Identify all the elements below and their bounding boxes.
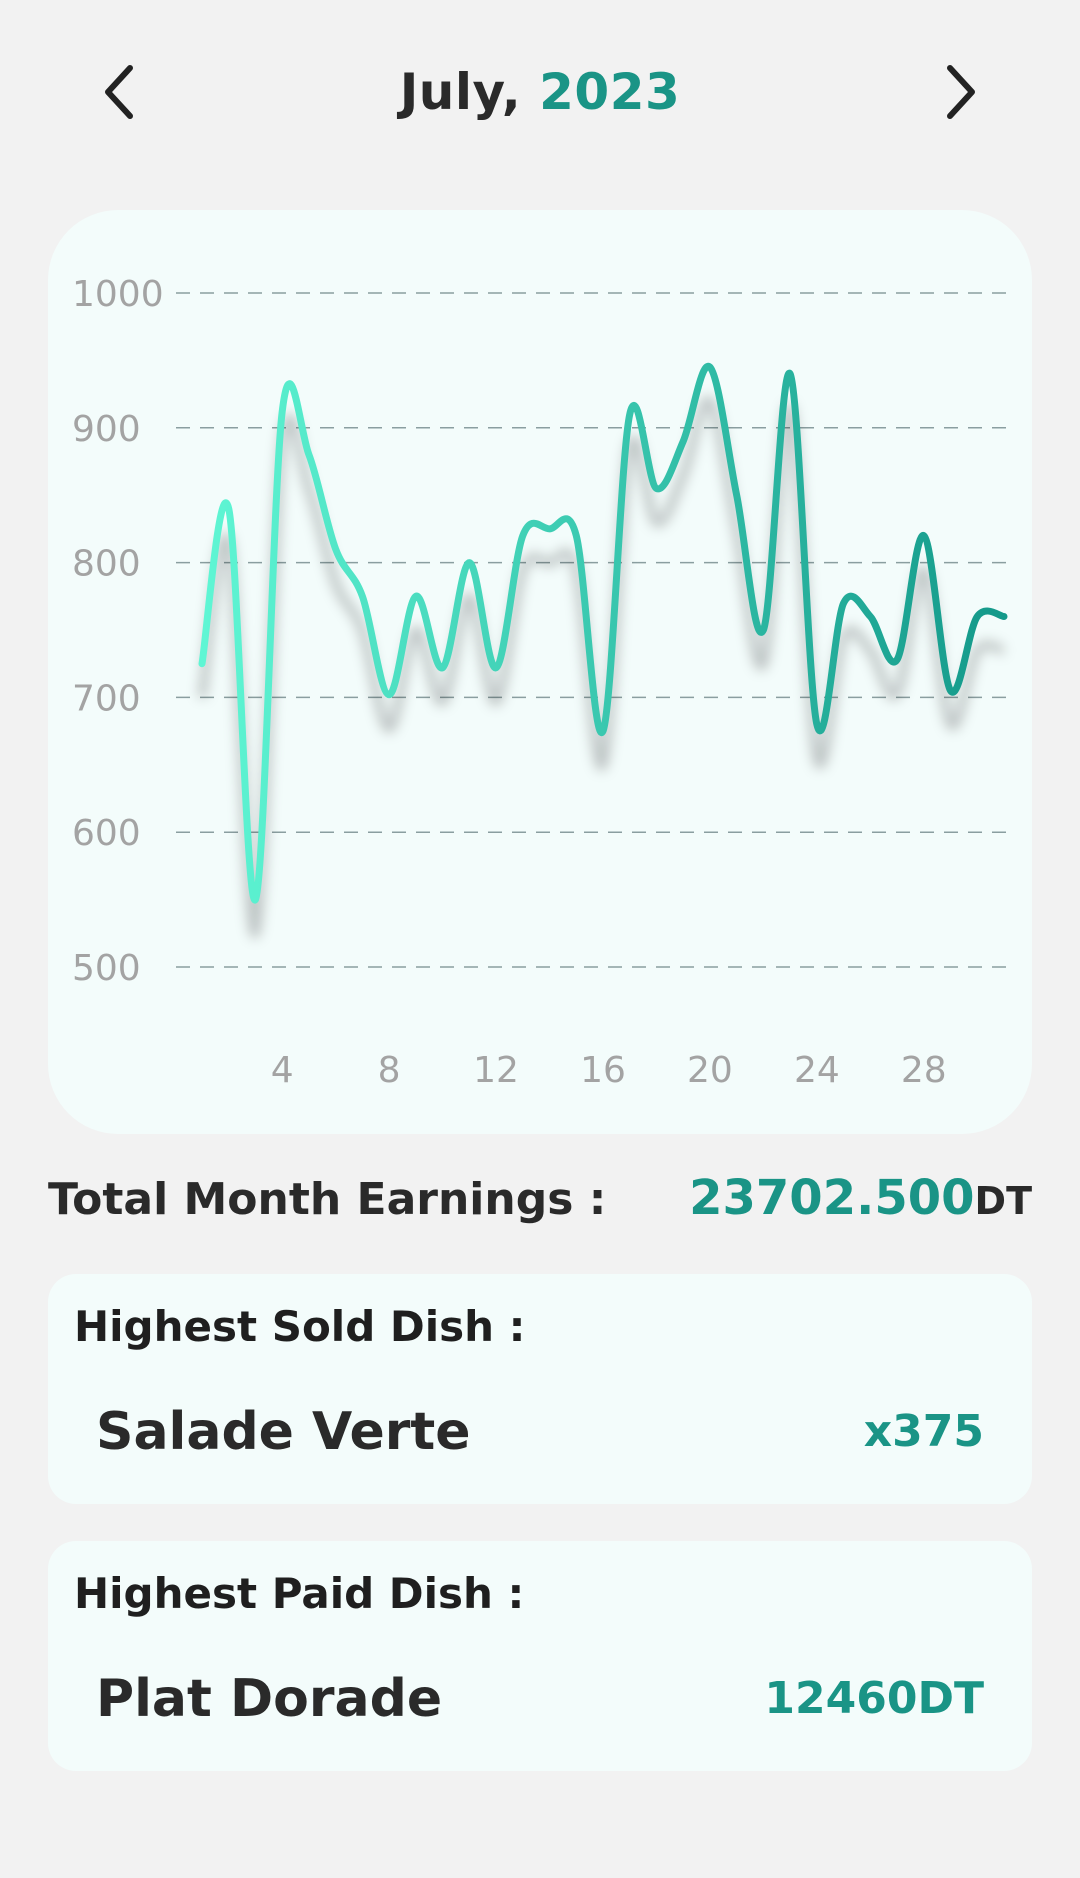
earnings-chart-card: 1000 900 800 700 600 500 4 8 12 16 20 24 28 [48,210,1032,1134]
total-earnings-label: Total Month Earnings : [48,1174,607,1225]
total-earnings-row: Total Month Earnings : 23702.500DT [48,1170,1032,1240]
earnings-line-chart: 1000 900 800 700 600 500 4 8 12 16 20 24 28 [72,274,1008,1091]
data-point [440,665,446,671]
data-point [921,533,927,539]
x-tick-label: 24 [794,1050,840,1091]
header: July, 2023 [0,0,1080,190]
x-tick-label: 8 [378,1050,401,1091]
data-point [306,452,312,458]
data-point [386,692,392,698]
total-earnings-amount: 23702.500 [689,1170,975,1226]
data-point [814,721,820,727]
highest-paid-dish-name: Plat Dorade [96,1669,443,1729]
chevron-right-icon [947,65,975,119]
highest-sold-dish-count: x375 [863,1406,984,1457]
data-point [760,627,766,633]
data-point [894,657,900,663]
data-point [867,614,873,620]
data-point [841,600,847,606]
highest-paid-dish-amount: 12460DT [764,1673,984,1724]
data-point [279,409,285,415]
data-point [359,593,365,599]
y-tick-label: 800 [72,544,141,585]
data-point [493,665,499,671]
data-point [974,614,980,620]
data-point [600,728,606,734]
highest-sold-dish-title: Highest Sold Dish : [74,1302,526,1351]
data-point [520,533,526,539]
y-tick-label: 600 [72,813,141,854]
data-point [547,526,553,532]
x-tick-label: 16 [580,1050,626,1091]
y-tick-label: 500 [72,948,141,989]
highest-paid-dish-title: Highest Paid Dish : [74,1569,525,1618]
data-point [948,688,954,694]
highest-paid-dish-card[interactable]: Highest Paid Dish : Plat Dorade 12460DT [48,1541,1032,1771]
data-point [333,546,339,552]
highest-sold-dish-name: Salade Verte [96,1402,471,1462]
data-point [1001,614,1007,620]
data-point [413,593,419,599]
highest-sold-dish-card[interactable]: Highest Sold Dish : Salade Verte x375 [48,1274,1032,1504]
y-tick-label: 900 [72,409,141,450]
month-title: July, 2023 [0,60,1080,124]
next-month-button[interactable] [920,52,1000,132]
line-shadow [197,395,1006,939]
data-point [680,438,686,444]
year-label: 2023 [539,63,681,121]
earnings-line [198,362,1008,904]
data-point [653,485,659,491]
y-tick-label: 1000 [72,274,164,315]
data-point [466,560,472,566]
data-point [252,897,258,903]
data-point [573,533,579,539]
x-tick-label: 4 [271,1050,294,1091]
data-point [707,364,713,370]
data-point [787,371,793,377]
total-earnings-unit: DT [974,1179,1032,1223]
data-point [734,492,740,498]
x-tick-label: 20 [687,1050,733,1091]
x-tick-label: 28 [901,1050,947,1091]
data-point [199,661,205,667]
total-earnings-value: 23702.500DT [689,1170,1032,1226]
data-point [226,506,232,512]
x-tick-label: 12 [473,1050,519,1091]
y-tick-label: 700 [72,678,141,719]
data-point [627,411,633,417]
month-label: July, [399,63,540,121]
